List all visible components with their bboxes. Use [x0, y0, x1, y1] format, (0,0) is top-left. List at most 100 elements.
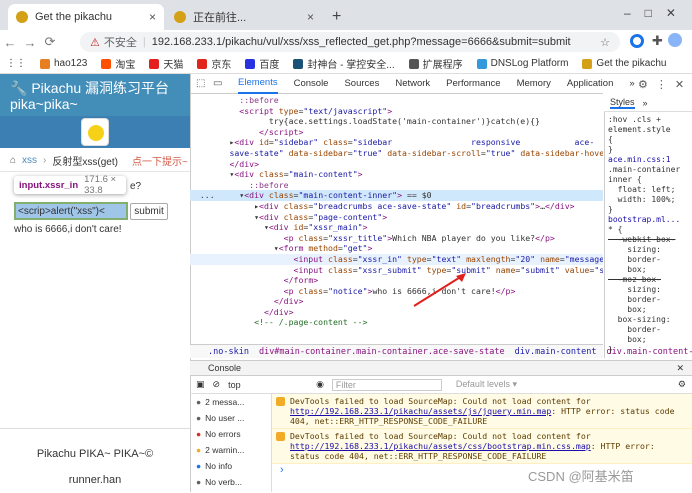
bookmark-item[interactable]: 封神台 - 掌控安全... — [293, 56, 395, 71]
puzzle-icon[interactable]: ✚ — [652, 33, 663, 49]
devtools-tab[interactable]: Network — [395, 74, 430, 93]
bookmark-item[interactable]: 百度 — [245, 56, 279, 71]
eye-icon[interactable]: ◉ — [316, 379, 324, 390]
message-level-icon: ● — [196, 397, 202, 407]
console-prompt[interactable]: › — [280, 464, 284, 476]
dom-line[interactable]: </script> — [190, 127, 603, 138]
gear-icon[interactable]: ⚙ — [678, 379, 686, 390]
bookmark-item[interactable]: 天猫 — [149, 56, 183, 71]
breadcrumb-xss[interactable]: xss — [22, 155, 37, 166]
footer-line-2: runner.han — [68, 474, 122, 486]
dom-line-selected[interactable]: ... ▾<div class="main-content-inner"> ==… — [190, 190, 603, 201]
devtools-tab[interactable]: Application — [567, 74, 613, 93]
apps-icon[interactable]: ⋮⋮ — [6, 58, 26, 69]
dom-breadcrumb-item[interactable]: div.main-content — [515, 347, 597, 357]
devtools-tabs: Elements Console Sources Network Performance… — [190, 73, 635, 94]
dom-line[interactable]: </div> — [190, 296, 603, 307]
dom-breadcrumb-item[interactable]: div#main-container.main-container.ace-sa… — [259, 347, 505, 357]
dom-line[interactable]: <script type="text/javascript"> — [190, 106, 603, 117]
message-level-icon: ● — [196, 477, 202, 487]
message-input[interactable]: <scrip>alert("xss")< — [14, 202, 128, 220]
avatar[interactable] — [668, 33, 682, 47]
close-tab-icon[interactable]: × — [149, 10, 156, 24]
star-icon[interactable]: ☆ — [600, 36, 610, 49]
bookmark-item[interactable]: DNSLog Platform — [476, 58, 568, 69]
reload-icon[interactable]: ⟳ — [40, 34, 60, 50]
devtools-tab[interactable]: » — [629, 74, 634, 93]
dom-line[interactable]: save-state" data-sidebar="true" data-sid… — [190, 148, 603, 159]
filter-input[interactable]: Filter — [331, 378, 442, 391]
bookmark-item[interactable]: 京东 — [197, 56, 231, 71]
styles-pane[interactable]: :hov .cls + element.style{} ace.min.css:1.… — [604, 112, 692, 358]
close-icon[interactable]: ✕ — [676, 363, 684, 374]
dom-line[interactable]: </div> — [190, 307, 603, 318]
bookmark-item[interactable]: Get the pikachu — [582, 58, 666, 69]
console-filter-item[interactable]: ● No info — [190, 458, 271, 474]
style-line: } — [608, 205, 613, 214]
hint-link[interactable]: 点一下提示~ — [132, 153, 188, 168]
clear-console-icon[interactable]: ⊘ — [213, 379, 221, 390]
devtools-tab[interactable]: Performance — [446, 74, 500, 93]
extension-icon[interactable] — [630, 34, 644, 48]
close-tab-icon[interactable]: × — [307, 10, 314, 24]
dom-line[interactable]: <p class="xssr_title">Which NBA player d… — [190, 233, 603, 244]
styles-tab[interactable]: » — [643, 98, 648, 108]
dom-line[interactable]: ::before — [190, 95, 603, 106]
console-filter-label: No info — [205, 461, 233, 471]
dom-line[interactable]: </form> — [190, 275, 603, 286]
bookmark-item[interactable]: 淘宝 — [101, 56, 135, 71]
dom-line[interactable]: </div> — [190, 159, 603, 170]
console-filter-item[interactable]: ● 2 messa... — [190, 394, 271, 410]
sidebar-toggle-icon[interactable]: ▣ — [196, 379, 205, 390]
devtools-settings-icons[interactable]: ⚙⋮✕ — [638, 78, 692, 91]
inspect-icon[interactable]: ⬚ — [196, 78, 205, 89]
home-icon[interactable]: ⌂ — [10, 155, 16, 166]
devtools-tab[interactable]: Sources — [344, 74, 379, 93]
console-filter-item[interactable]: ● No verb... — [190, 474, 271, 490]
dom-line[interactable]: try{ace.settings.loadState('main-contain… — [190, 116, 603, 127]
tab-loading[interactable]: 正在前往... × — [166, 4, 322, 30]
dom-line[interactable]: ▾<div class="main-content"> — [190, 169, 603, 180]
dom-line[interactable]: <!-- /.page-content --> — [190, 317, 603, 328]
window-controls[interactable]: –□✕ — [624, 6, 690, 20]
console-filter-item[interactable]: ● 2 warnin... — [190, 442, 271, 458]
sourcemap-link[interactable]: http://192.168.233.1/pikachu/assets/css/… — [290, 441, 591, 451]
input-value: <scrip>alert("xss")< — [18, 205, 105, 217]
dom-line[interactable]: ::before — [190, 180, 603, 191]
style-line: border- — [608, 295, 661, 304]
context-select[interactable]: top — [228, 380, 308, 390]
style-line: } — [608, 145, 613, 154]
url-text[interactable]: 192.168.233.1/pikachu/vul/xss/xss_reflec… — [152, 36, 571, 48]
dom-breadcrumb-item[interactable]: .no-skin — [208, 347, 249, 357]
dom-line[interactable]: ▸<div class="breadcrumbs ace-save-state"… — [190, 201, 603, 212]
device-toolbar-icon[interactable]: ▭ — [213, 78, 222, 89]
levels-dropdown[interactable]: Default levels ▾ — [456, 379, 517, 390]
new-tab-button[interactable]: + — [332, 8, 341, 26]
dom-line[interactable]: <input class="xssr_submit" type="submit"… — [190, 265, 603, 276]
devtools-tab[interactable]: Console — [294, 74, 329, 93]
security-indicator[interactable]: 不安全 — [104, 34, 137, 50]
tab-get-the-pikachu[interactable]: Get the pikachu × — [8, 4, 164, 30]
devtools-tab[interactable]: Elements — [238, 73, 278, 94]
dom-line[interactable]: ▸<div id="sidebar" class="sidebar respon… — [190, 137, 603, 148]
console-filter-item[interactable]: ● No user ... — [190, 410, 271, 426]
devtools-tab[interactable]: Memory — [517, 74, 551, 93]
submit-button[interactable]: submit — [130, 203, 168, 220]
dom-line[interactable]: ▾<div class="page-content"> — [190, 212, 603, 223]
sourcemap-link[interactable]: http://192.168.233.1/pikachu/assets/js/j… — [290, 406, 551, 416]
elements-tree[interactable]: ::before <script type="text/javascript">… — [190, 94, 603, 344]
styles-tab[interactable]: Styles — [610, 97, 635, 109]
address-bar[interactable]: ⚠ 不安全 | 192.168.233.1/pikachu/vul/xss/xs… — [80, 32, 620, 52]
back-icon[interactable]: ← — [0, 35, 20, 50]
bookmark-item[interactable]: 扩展程序 — [408, 56, 463, 71]
console-warning: DevTools failed to load SourceMap: Could… — [272, 429, 692, 464]
forward-icon[interactable]: → — [20, 35, 40, 50]
console-drawer-tab[interactable]: Console — [208, 363, 241, 373]
dom-line-input[interactable]: <input class="xssr_in" type="text" maxle… — [190, 253, 603, 265]
dom-line[interactable]: ▾<form method="get"> — [190, 243, 603, 254]
dom-line[interactable]: ▾<div id="xssr_main"> — [190, 222, 603, 233]
dom-line[interactable]: <p class="notice">who is 6666,i don't ca… — [190, 286, 603, 297]
styles-filter[interactable]: :hov .cls + — [608, 115, 689, 125]
bookmark-item[interactable]: hao123 — [40, 58, 87, 69]
console-filter-item[interactable]: ● No errors — [190, 426, 271, 442]
